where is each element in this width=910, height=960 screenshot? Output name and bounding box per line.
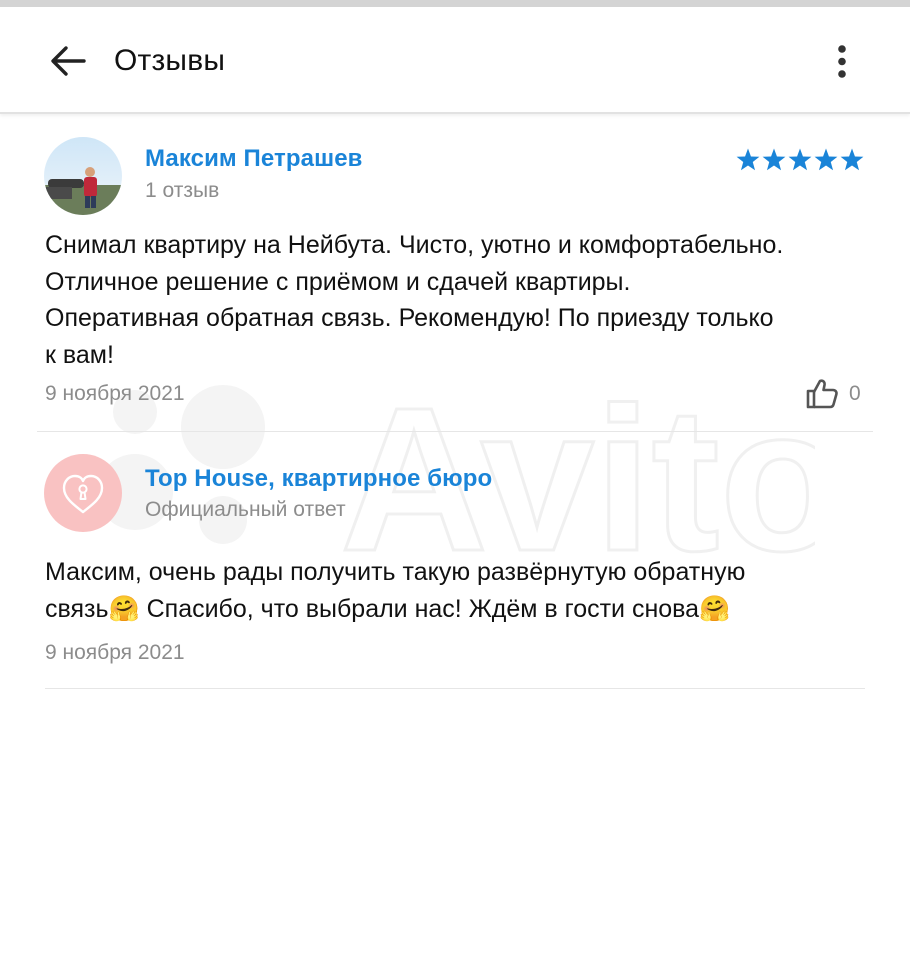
more-vertical-icon	[838, 45, 846, 78]
reply-text-line: Максим, очень рады получить такую развёр…	[45, 558, 746, 586]
like-button[interactable]	[805, 378, 839, 410]
status-bar-strip	[0, 0, 910, 7]
more-options-button[interactable]	[826, 43, 858, 83]
heart-keyhole-icon	[62, 474, 104, 514]
thumbs-up-icon	[806, 379, 838, 409]
reply-date: 9 ноября 2021	[45, 641, 185, 664]
back-button[interactable]	[48, 43, 88, 79]
review-text-line: Оперативная обратная связь. Рекомендую! …	[45, 304, 774, 332]
rating-stars	[736, 148, 864, 171]
reply-text-line: связь🤗 Спасибо, что выбрали нас! Ждём в …	[45, 594, 731, 623]
official-reply-label: Официальный ответ	[145, 498, 346, 521]
review-text: Снимал квартиру на Нейбута. Чисто, уютно…	[45, 227, 875, 373]
reviewer-reviews-count: 1 отзыв	[145, 179, 220, 202]
review-text-line: Снимал квартиру на Нейбута. Чисто, уютно…	[45, 231, 784, 259]
company-name[interactable]: Top House, квартирное бюро	[145, 465, 492, 493]
reviewer-avatar[interactable]	[44, 137, 122, 215]
reviewer-name[interactable]: Максим Петрашев	[145, 145, 363, 173]
star-icon	[762, 148, 786, 171]
review-text-line: Отличное решение с приёмом и сдачей квар…	[45, 267, 631, 296]
divider	[37, 431, 873, 432]
review-date: 9 ноября 2021	[45, 382, 185, 405]
page-title: Отзывы	[114, 44, 226, 77]
review-text-line: к вам!	[45, 340, 114, 369]
company-avatar[interactable]	[44, 454, 122, 532]
star-icon	[788, 148, 812, 171]
divider	[45, 688, 865, 689]
star-icon	[840, 148, 864, 171]
star-icon	[814, 148, 838, 171]
reply-text: Максим, очень рады получить такую развёр…	[45, 554, 875, 627]
app-bar: Отзывы	[0, 7, 910, 114]
arrow-left-icon	[51, 46, 86, 76]
like-count: 0	[849, 382, 861, 405]
star-icon	[736, 148, 760, 171]
